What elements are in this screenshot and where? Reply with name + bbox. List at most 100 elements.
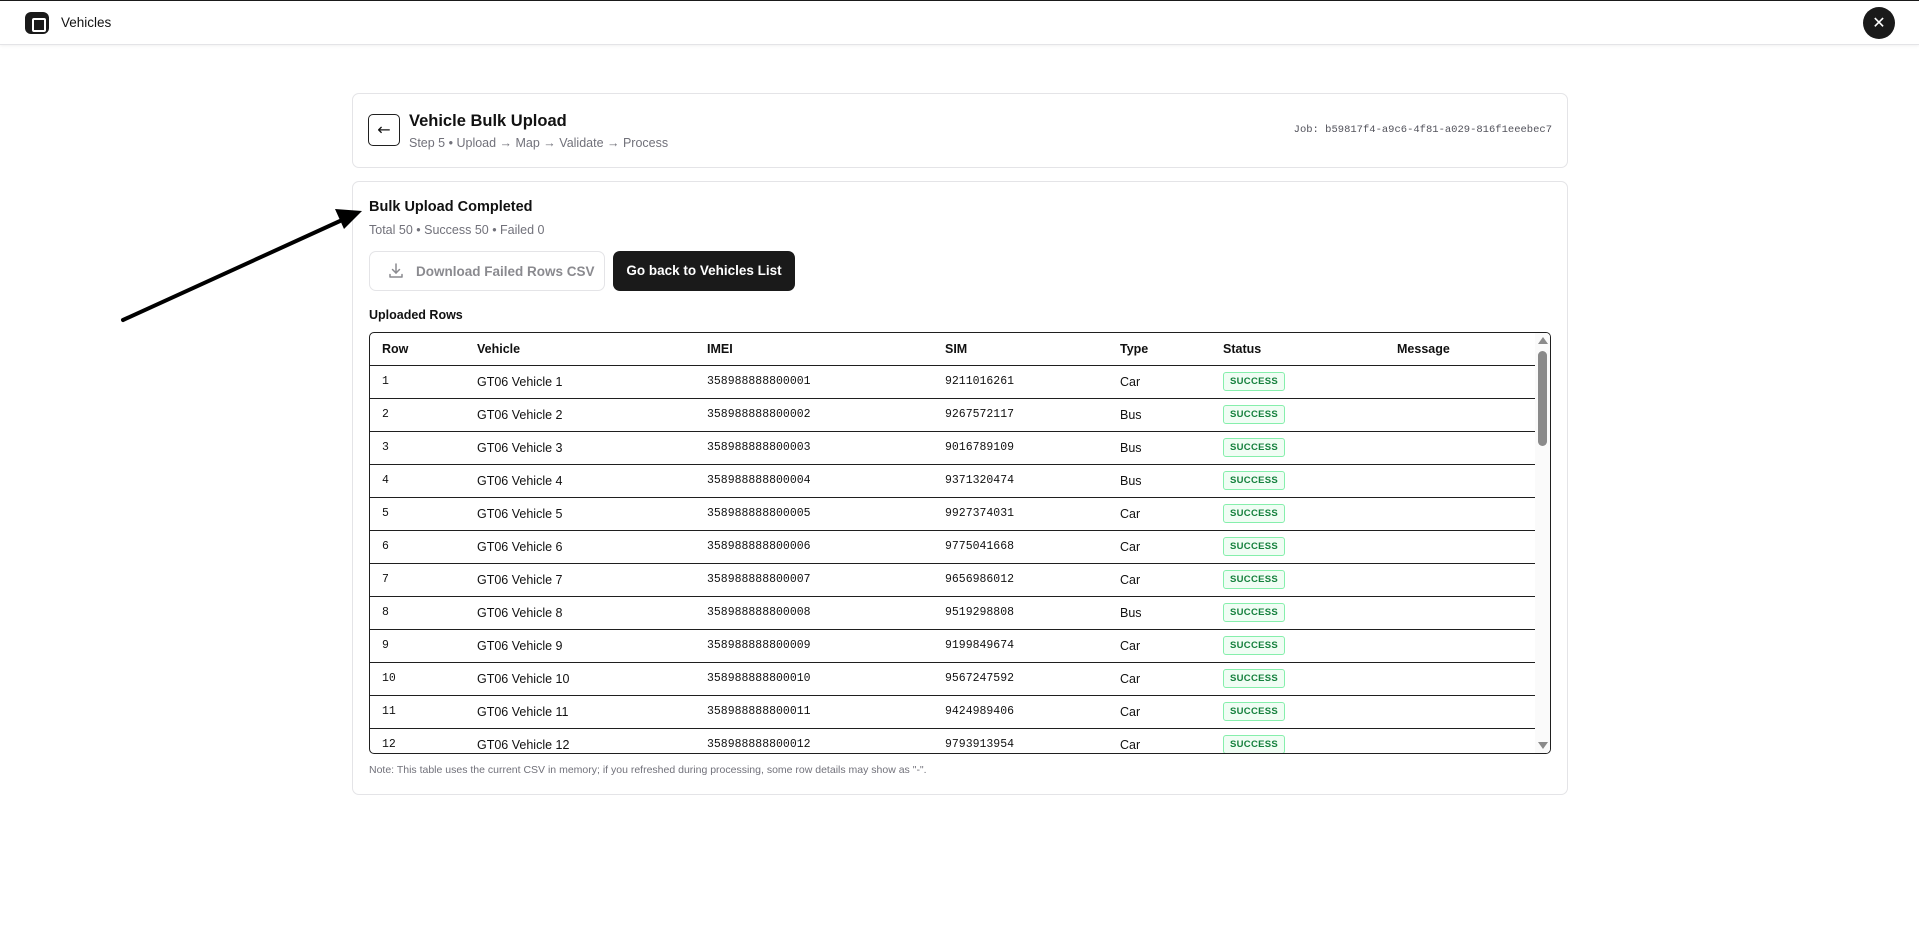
cell-message [1385,695,1536,729]
cell-type: Car [1108,497,1211,531]
cell-row: 5 [370,497,465,531]
cell-message [1385,497,1536,531]
arrow-left-icon[interactable]: ← [368,114,400,146]
table-row: 10 GT06 Vehicle 10 358988888800010 95672475… [370,662,1536,696]
app-title: Vehicles [61,15,112,30]
cell-message [1385,464,1536,498]
cell-message [1385,728,1536,753]
upload-header-card: ← Vehicle Bulk Upload Step 5 • Upload → … [352,93,1568,168]
cell-row: 7 [370,563,465,597]
completion-title: Bulk Upload Completed [369,199,533,215]
cell-imei: 358988888800006 [695,530,933,564]
cell-vehicle: GT06 Vehicle 9 [465,629,695,663]
cell-sim: 9371320474 [933,464,1108,498]
cell-imei: 358988888800003 [695,431,933,465]
download-label: Download Failed Rows CSV [416,264,595,279]
status-badge: SUCCESS [1223,504,1286,523]
cell-imei: 358988888800002 [695,398,933,432]
cell-sim: 9775041668 [933,530,1108,564]
cell-imei: 358988888800009 [695,629,933,663]
cell-imei: 358988888800004 [695,464,933,498]
table-scrollbar[interactable] [1535,333,1550,753]
cell-sim: 9793913954 [933,728,1108,753]
cell-imei: 358988888800010 [695,662,933,696]
close-icon[interactable]: ✕ [1863,7,1895,39]
column-header-vehicle: Vehicle [465,333,695,366]
cell-row: 4 [370,464,465,498]
cell-row: 11 [370,695,465,729]
cell-vehicle: GT06 Vehicle 2 [465,398,695,432]
cell-row: 10 [370,662,465,696]
status-badge: SUCCESS [1223,537,1286,556]
download-icon [389,263,403,278]
page-title: Vehicle Bulk Upload [409,112,567,130]
column-header-imei: IMEI [695,333,933,366]
cell-vehicle: GT06 Vehicle 3 [465,431,695,465]
cell-type: Bus [1108,431,1211,465]
cell-message [1385,662,1536,696]
completion-summary: Total 50 • Success 50 • Failed 0 [369,223,545,237]
cell-vehicle: GT06 Vehicle 6 [465,530,695,564]
cell-message [1385,431,1536,465]
cell-imei: 358988888800011 [695,695,933,729]
cell-status: SUCCESS [1211,398,1385,432]
table-note: Note: This table uses the current CSV in… [369,764,927,776]
status-badge: SUCCESS [1223,702,1286,721]
column-header-row: Row [370,333,465,366]
cell-row: 2 [370,398,465,432]
cell-row: 9 [370,629,465,663]
cell-row: 12 [370,728,465,753]
scroll-down-icon[interactable] [1538,742,1548,749]
column-header-status: Status [1211,333,1385,366]
go-back-to-vehicles-button[interactable]: Go back to Vehicles List [613,251,795,291]
cell-status: SUCCESS [1211,596,1385,630]
cell-status: SUCCESS [1211,497,1385,531]
cell-imei: 358988888800012 [695,728,933,753]
cell-sim: 9927374031 [933,497,1108,531]
cell-sim: 9656986012 [933,563,1108,597]
result-card: Bulk Upload Completed Total 50 • Success… [352,181,1568,795]
cell-sim: 9424989406 [933,695,1108,729]
cell-vehicle: GT06 Vehicle 10 [465,662,695,696]
status-badge: SUCCESS [1223,438,1286,457]
cell-status: SUCCESS [1211,563,1385,597]
status-badge: SUCCESS [1223,669,1286,688]
cell-sim: 9519298808 [933,596,1108,630]
scroll-up-icon[interactable] [1538,337,1548,344]
status-badge: SUCCESS [1223,735,1286,753]
cell-vehicle: GT06 Vehicle 5 [465,497,695,531]
cell-message [1385,530,1536,564]
table-row: 7 GT06 Vehicle 7 358988888800007 9656986012… [370,563,1536,597]
cell-status: SUCCESS [1211,431,1385,465]
cell-status: SUCCESS [1211,629,1385,663]
table-row: 5 GT06 Vehicle 5 358988888800005 9927374031… [370,497,1536,531]
column-header-sim: SIM [933,333,1108,366]
table-row: 12 GT06 Vehicle 12 358988888800012 97939139… [370,728,1536,753]
cell-vehicle: GT06 Vehicle 11 [465,695,695,729]
job-id: Job: b59817f4-a9c6-4f81-a029-816f1eeebec… [1293,124,1552,136]
cell-sim: 9567247592 [933,662,1108,696]
table-row: 1 GT06 Vehicle 1 358988888800001 9211016261… [370,365,1536,399]
square-app-icon [25,12,49,34]
table-row: 9 GT06 Vehicle 9 358988888800009 9199849674… [370,629,1536,663]
cell-message [1385,563,1536,597]
cell-type: Bus [1108,398,1211,432]
cell-sim: 9211016261 [933,365,1108,399]
scroll-thumb[interactable] [1538,351,1547,446]
cell-vehicle: GT06 Vehicle 4 [465,464,695,498]
status-badge: SUCCESS [1223,636,1286,655]
table-row: 4 GT06 Vehicle 4 358988888800004 9371320474… [370,464,1536,498]
status-badge: SUCCESS [1223,570,1286,589]
cell-status: SUCCESS [1211,728,1385,753]
cell-vehicle: GT06 Vehicle 8 [465,596,695,630]
cell-status: SUCCESS [1211,695,1385,729]
cell-imei: 358988888800001 [695,365,933,399]
table-row: 2 GT06 Vehicle 2 358988888800002 9267572117… [370,398,1536,432]
cell-type: Car [1108,365,1211,399]
cell-vehicle: GT06 Vehicle 7 [465,563,695,597]
download-failed-rows-button[interactable]: Download Failed Rows CSV [369,251,605,291]
cell-sim: 9267572117 [933,398,1108,432]
cell-type: Bus [1108,596,1211,630]
uploaded-rows-table: Row Vehicle IMEI SIM Type Status Message 1 GT06… [369,332,1551,754]
top-bar: Vehicles ✕ [0,0,1919,45]
